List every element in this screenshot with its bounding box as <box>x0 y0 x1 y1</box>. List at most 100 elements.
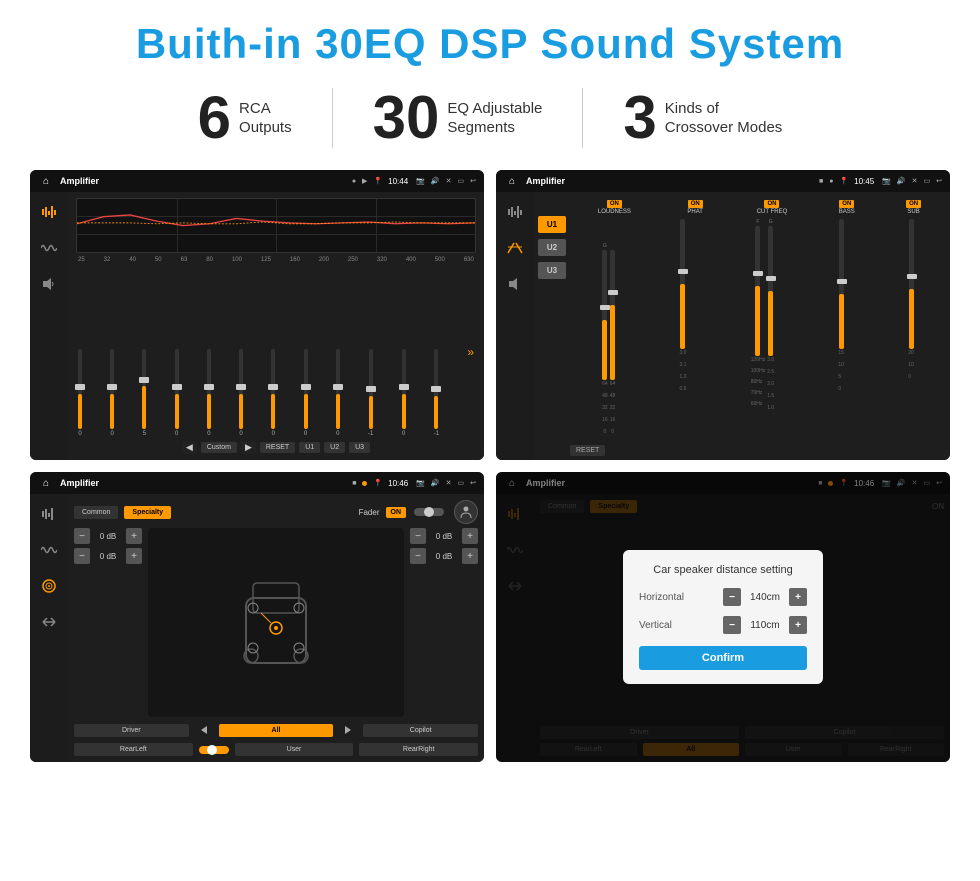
eq-val-1: 0 <box>111 431 114 437</box>
slider-track-10[interactable] <box>402 349 406 429</box>
eq-main-area: 25 32 40 50 63 80 100 125 160 200 250 32… <box>68 192 484 460</box>
cutfreq-f-track[interactable] <box>755 226 760 356</box>
ch-sub-toggle[interactable]: ON <box>906 200 921 208</box>
ch-loudness-toggle[interactable]: ON <box>607 200 622 208</box>
slider-thumb-2[interactable] <box>139 377 149 383</box>
loudness-track-2[interactable] <box>610 250 615 380</box>
slider-track-8[interactable] <box>336 349 340 429</box>
slider-track-11[interactable] <box>434 349 438 429</box>
eq-custom-btn[interactable]: Custom <box>201 442 237 453</box>
eq-u1-btn[interactable]: U1 <box>299 442 320 453</box>
bass-track[interactable] <box>839 219 844 349</box>
bass-thumb[interactable] <box>837 279 847 284</box>
xover-u3-btn[interactable]: U3 <box>538 262 566 279</box>
fader-h-thumb[interactable] <box>207 745 217 755</box>
eq-more-icon[interactable]: » <box>467 345 474 359</box>
ch-phat-toggle[interactable]: ON <box>688 200 703 208</box>
fader-slider-thumb[interactable] <box>424 507 434 517</box>
fader-sidebar-wave-icon[interactable] <box>37 538 61 562</box>
sub-track[interactable] <box>909 219 914 349</box>
phat-track[interactable] <box>680 219 685 349</box>
slider-thumb-8[interactable] <box>333 384 343 390</box>
ls-64: 64 <box>602 381 608 387</box>
phat-thumb[interactable] <box>678 269 688 274</box>
slider-thumb-3[interactable] <box>172 384 182 390</box>
eq-sidebar-wave-icon[interactable] <box>37 236 61 260</box>
fader-h-slider[interactable] <box>199 746 229 754</box>
loudness-track-1[interactable] <box>602 250 607 380</box>
xover-reset-btn[interactable]: RESET <box>570 445 605 456</box>
slider-thumb-4[interactable] <box>204 384 214 390</box>
xover-sidebar-eq-icon[interactable] <box>503 200 527 224</box>
copilot-btn[interactable]: Copilot <box>363 724 478 737</box>
db-plus-fr[interactable]: + <box>462 528 478 544</box>
db-minus-fr[interactable]: − <box>410 528 426 544</box>
fader-toggle-btn[interactable]: ON <box>386 507 407 518</box>
fader-sidebar-eq-icon[interactable] <box>37 502 61 526</box>
slider-fill-0 <box>78 394 82 429</box>
slider-thumb-7[interactable] <box>301 384 311 390</box>
loudness-thumb-1[interactable] <box>600 305 610 310</box>
slider-track-7[interactable] <box>304 349 308 429</box>
rearleft-btn[interactable]: RearLeft <box>74 743 193 756</box>
db-plus-rr[interactable]: + <box>462 548 478 564</box>
fader-slider-h[interactable] <box>414 508 444 516</box>
eq-u3-btn[interactable]: U3 <box>349 442 370 453</box>
horizontal-minus-btn[interactable]: − <box>723 588 741 606</box>
db-minus-fl[interactable]: − <box>74 528 90 544</box>
fader-specialty-tab[interactable]: Specialty <box>124 506 171 519</box>
slider-track-3[interactable] <box>175 349 179 429</box>
all-btn[interactable]: All <box>219 724 334 737</box>
fader-bottom-2: RearLeft User RearRight <box>74 743 478 756</box>
fader-sidebar-arrows-icon[interactable] <box>37 610 61 634</box>
fader-sidebar-speaker-icon[interactable] <box>37 574 61 598</box>
sub-thumb[interactable] <box>907 274 917 279</box>
fader-person-btn[interactable] <box>454 500 478 524</box>
eq-prev-btn[interactable]: ◀ <box>182 441 197 454</box>
confirm-button[interactable]: Confirm <box>639 646 807 670</box>
user-btn[interactable]: User <box>235 743 354 756</box>
cutfreq-g-thumb[interactable] <box>766 276 776 281</box>
slider-thumb-5[interactable] <box>236 384 246 390</box>
slider-thumb-9[interactable] <box>366 386 376 392</box>
slider-thumb-10[interactable] <box>399 384 409 390</box>
eq-sidebar-eq-icon[interactable] <box>37 200 61 224</box>
slider-track-0[interactable] <box>78 349 82 429</box>
vertical-plus-btn[interactable]: + <box>789 616 807 634</box>
slider-thumb-0[interactable] <box>75 384 85 390</box>
slider-track-2[interactable] <box>142 349 146 429</box>
driver-btn[interactable]: Driver <box>74 724 189 737</box>
cutfreq-g-track[interactable] <box>768 226 773 356</box>
slider-track-9[interactable] <box>369 349 373 429</box>
eq-reset-btn[interactable]: RESET <box>260 442 295 453</box>
xover-sidebar-vol-icon[interactable] <box>503 272 527 296</box>
slider-track-1[interactable] <box>110 349 114 429</box>
db-plus-rl[interactable]: + <box>126 548 142 564</box>
eq-next-btn[interactable]: ▶ <box>241 441 256 454</box>
eq-u2-btn[interactable]: U2 <box>324 442 345 453</box>
rearright-btn[interactable]: RearRight <box>359 743 478 756</box>
xover-u2-btn[interactable]: U2 <box>538 239 566 256</box>
db-plus-fl[interactable]: + <box>126 528 142 544</box>
ch-cutfreq-toggle[interactable]: ON <box>764 200 779 208</box>
eq-val-2: 5 <box>143 431 146 437</box>
cutfreq-f-thumb[interactable] <box>753 271 763 276</box>
slider-track-5[interactable] <box>239 349 243 429</box>
loudness-thumb-2[interactable] <box>608 290 618 295</box>
slider-track-4[interactable] <box>207 349 211 429</box>
loudness-scale-2: 64 48 32 16 0 <box>610 381 616 435</box>
horizontal-plus-btn[interactable]: + <box>789 588 807 606</box>
dialog-horizontal-stepper: − 140cm + <box>723 588 807 606</box>
xover-u1-btn[interactable]: U1 <box>538 216 566 233</box>
ch-bass-toggle[interactable]: ON <box>839 200 854 208</box>
slider-thumb-11[interactable] <box>431 386 441 392</box>
vertical-minus-btn[interactable]: − <box>723 616 741 634</box>
fader-common-tab[interactable]: Common <box>74 506 118 519</box>
eq-sidebar-volume-icon[interactable] <box>37 272 61 296</box>
slider-track-6[interactable] <box>271 349 275 429</box>
xover-sidebar-crossover-icon[interactable] <box>503 236 527 260</box>
db-minus-rl[interactable]: − <box>74 548 90 564</box>
slider-thumb-6[interactable] <box>268 384 278 390</box>
slider-thumb-1[interactable] <box>107 384 117 390</box>
db-minus-rr[interactable]: − <box>410 548 426 564</box>
